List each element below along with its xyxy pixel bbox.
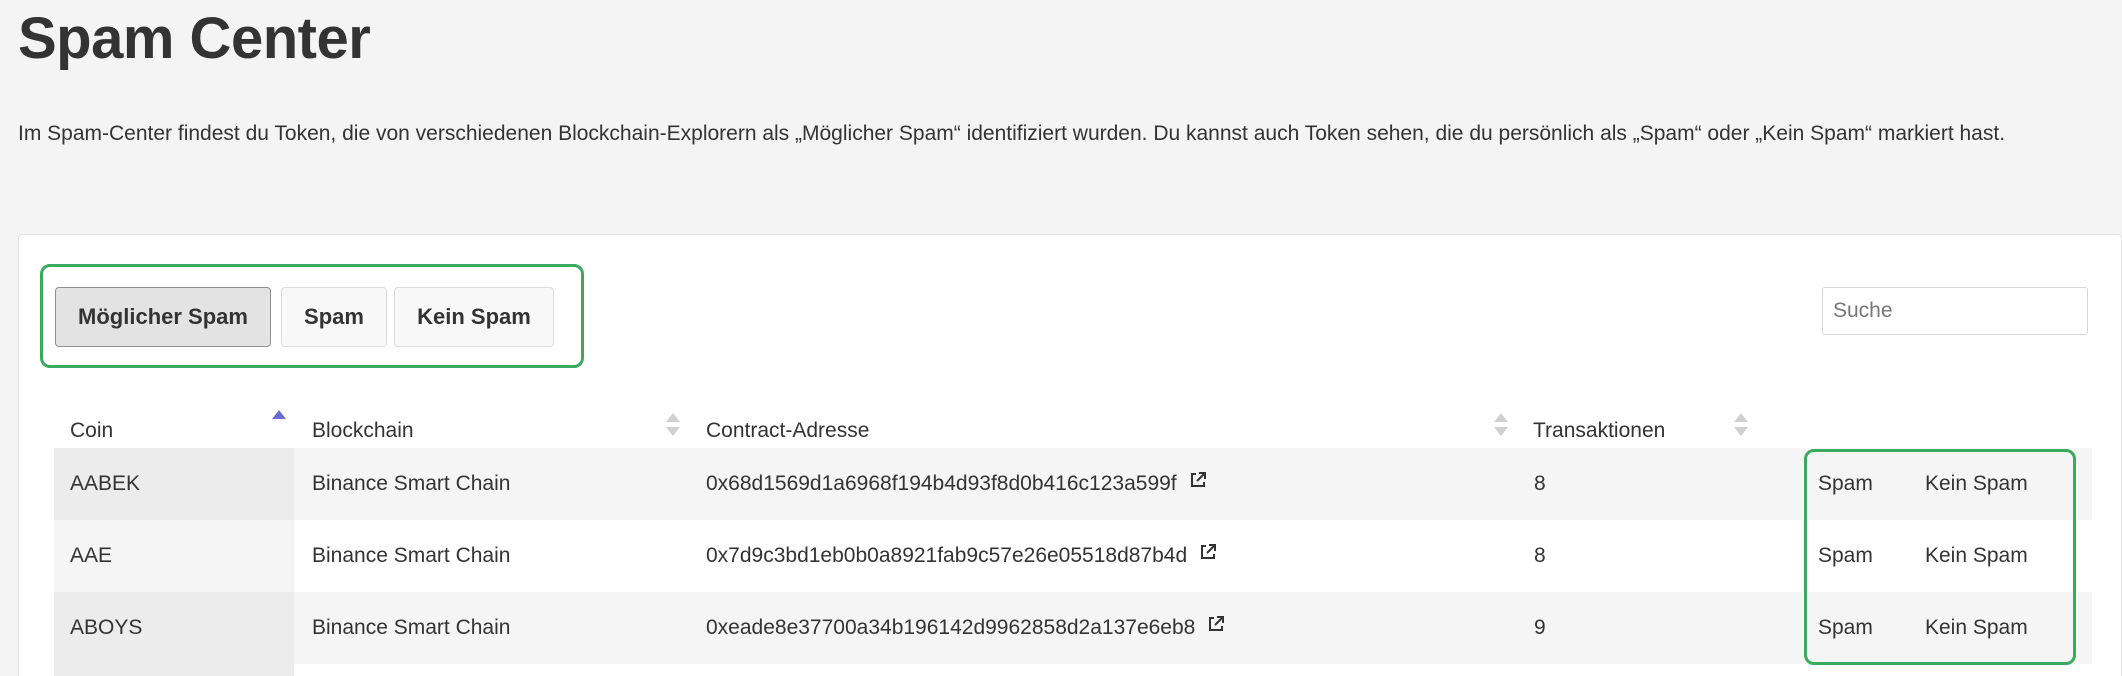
row-actions-highlight (1804, 449, 2076, 665)
column-header-coin[interactable]: Coin (70, 418, 113, 444)
external-link-icon[interactable] (1189, 471, 1207, 489)
table-row-partial (54, 664, 294, 676)
search-input[interactable] (1822, 287, 2088, 335)
tab-not-spam[interactable]: Kein Spam (394, 287, 554, 347)
external-link-icon[interactable] (1199, 543, 1217, 561)
table-row: ABOYS Binance Smart Chain 0xeade8e37700a… (54, 592, 2092, 664)
contract-address: 0xeade8e37700a34b196142d9962858d2a137e6e… (706, 616, 1196, 639)
page-title: Spam Center (18, 6, 371, 71)
external-link-icon[interactable] (1207, 615, 1225, 633)
table-row: AABEK Binance Smart Chain 0x68d1569d1a69… (54, 448, 2092, 520)
contract-cell: 0x68d1569d1a6968f194b4d93f8d0b416c123a59… (706, 448, 1207, 520)
contract-address: 0x68d1569d1a6968f194b4d93f8d0b416c123a59… (706, 472, 1177, 495)
contract-cell: 0xeade8e37700a34b196142d9962858d2a137e6e… (706, 592, 1225, 664)
transactions-cell: 9 (1534, 616, 1546, 639)
blockchain-cell: Binance Smart Chain (312, 616, 511, 639)
blockchain-cell: Binance Smart Chain (312, 544, 511, 567)
tab-spam[interactable]: Spam (281, 287, 387, 347)
transactions-cell: 8 (1534, 544, 1546, 567)
blockchain-cell: Binance Smart Chain (312, 472, 511, 495)
tab-possible-spam[interactable]: Möglicher Spam (55, 287, 271, 347)
coin-cell: AAE (54, 520, 294, 592)
coin-cell: ABOYS (54, 592, 294, 664)
contract-cell: 0x7d9c3bd1eb0b0a8921fab9c57e26e05518d87b… (706, 520, 1217, 592)
sort-icon[interactable] (1494, 413, 1508, 439)
transactions-cell: 8 (1534, 472, 1546, 495)
table-row: AAE Binance Smart Chain 0x7d9c3bd1eb0b0a… (54, 520, 2092, 592)
column-header-blockchain[interactable]: Blockchain (312, 418, 414, 444)
column-header-transactions[interactable]: Transaktionen (1533, 418, 1665, 444)
coin-cell: AABEK (54, 448, 294, 520)
sort-icon[interactable] (1734, 413, 1748, 439)
page-intro: Im Spam-Center findest du Token, die von… (18, 122, 2006, 145)
contract-address: 0x7d9c3bd1eb0b0a8921fab9c57e26e05518d87b… (706, 544, 1188, 567)
column-header-contract-address[interactable]: Contract-Adresse (706, 418, 869, 444)
sort-icon[interactable] (666, 413, 680, 439)
sort-icon[interactable] (272, 410, 286, 436)
